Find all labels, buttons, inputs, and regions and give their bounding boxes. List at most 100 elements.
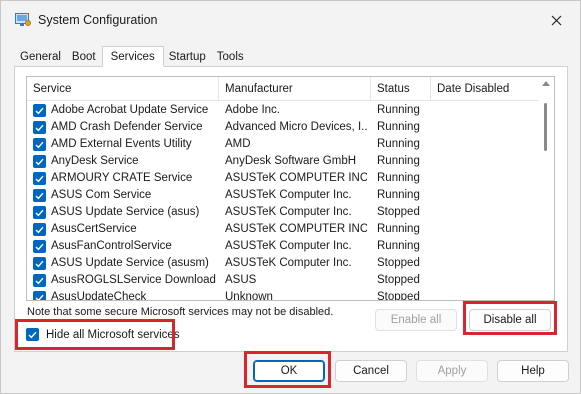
service-row[interactable]: AsusFanControlService ASUSTeK Computer In… xyxy=(27,238,538,255)
service-date-disabled xyxy=(437,289,537,300)
tab-tools[interactable]: Tools xyxy=(212,48,250,66)
enable-all-button[interactable]: Enable all xyxy=(375,309,457,331)
service-date-disabled xyxy=(437,170,537,187)
checkbox-checked-icon xyxy=(35,294,44,300)
checkbox-checked-icon xyxy=(35,277,44,284)
checkbox-checked-icon xyxy=(35,209,44,216)
services-panel: Service Manufacturer Status Date Disable… xyxy=(14,66,568,352)
service-checkbox[interactable] xyxy=(33,274,46,287)
service-checkbox[interactable] xyxy=(33,240,46,253)
service-status: Stopped xyxy=(377,274,420,286)
close-button[interactable] xyxy=(538,7,574,33)
tab-boot[interactable]: Boot xyxy=(67,48,102,66)
checkbox-checked-icon xyxy=(35,124,44,131)
checkbox-checked-icon xyxy=(35,226,44,233)
service-checkbox[interactable] xyxy=(33,206,46,219)
service-row[interactable]: AMD Crash Defender Service Advanced Micro… xyxy=(27,119,538,136)
service-checkbox[interactable] xyxy=(33,291,46,300)
service-row[interactable]: ARMOURY CRATE Service ASUSTeK COMPUTER IN… xyxy=(27,170,538,187)
scroll-thumb[interactable] xyxy=(544,103,547,151)
service-name: AMD Crash Defender Service xyxy=(51,121,203,133)
service-checkbox[interactable] xyxy=(33,155,46,168)
checkbox-checked-icon xyxy=(26,328,39,341)
service-row[interactable]: Adobe Acrobat Update Service Adobe Inc. Ru… xyxy=(27,102,538,119)
service-manufacturer: AMD xyxy=(225,138,251,150)
service-date-disabled xyxy=(437,238,537,255)
msconfig-icon xyxy=(15,13,31,27)
column-header-service[interactable]: Service xyxy=(27,77,219,101)
window-title: System Configuration xyxy=(38,13,158,27)
checkbox-checked-icon xyxy=(35,107,44,114)
column-header-manufacturer[interactable]: Manufacturer xyxy=(219,77,371,101)
tab-services[interactable]: Services xyxy=(101,46,164,67)
service-date-disabled xyxy=(437,136,537,153)
service-checkbox[interactable] xyxy=(33,138,46,151)
service-manufacturer: ASUSTeK COMPUTER INC. xyxy=(225,223,367,235)
service-date-disabled xyxy=(437,255,537,272)
title-bar: System Configuration xyxy=(1,1,580,39)
service-manufacturer: ASUS xyxy=(225,274,257,286)
service-date-disabled xyxy=(437,187,537,204)
service-manufacturer: Advanced Micro Devices, I... xyxy=(225,121,367,133)
service-name: AMD External Events Utility xyxy=(51,138,192,150)
service-name: AsusFanControlService xyxy=(51,240,172,252)
service-checkbox[interactable] xyxy=(33,189,46,202)
service-manufacturer: ASUSTeK Computer Inc. xyxy=(225,189,352,201)
service-checkbox[interactable] xyxy=(33,104,46,117)
service-name: ASUS Com Service xyxy=(51,189,152,201)
service-row[interactable]: AsusROGLSLService Download R... ASUS Stopp… xyxy=(27,272,538,289)
service-name: AsusUpdateCheck xyxy=(51,291,147,301)
checkbox-checked-icon xyxy=(35,175,44,182)
services-list[interactable]: Service Manufacturer Status Date Disable… xyxy=(26,76,555,301)
service-manufacturer: ASUSTeK Computer Inc. xyxy=(225,240,352,252)
service-status: Running xyxy=(377,155,420,167)
column-header-date-disabled[interactable]: Date Disabled xyxy=(431,77,538,101)
service-checkbox[interactable] xyxy=(33,121,46,134)
service-date-disabled xyxy=(437,102,537,119)
service-checkbox[interactable] xyxy=(33,223,46,236)
service-row[interactable]: ASUS Update Service (asusm) ASUSTeK Compu… xyxy=(27,255,538,272)
system-configuration-window: System Configuration General Boot Servic… xyxy=(0,0,581,394)
service-date-disabled xyxy=(437,221,537,238)
tab-startup[interactable]: Startup xyxy=(164,48,212,66)
service-date-disabled xyxy=(437,153,537,170)
checkbox-checked-icon xyxy=(35,158,44,165)
apply-button[interactable]: Apply xyxy=(416,360,488,382)
service-name: ARMOURY CRATE Service xyxy=(51,172,193,184)
service-status: Running xyxy=(377,121,420,133)
service-row[interactable]: AMD External Events Utility AMD Running xyxy=(27,136,538,153)
scroll-up-arrow-icon[interactable] xyxy=(542,81,550,86)
service-row[interactable]: AsusUpdateCheck Unknown Stopped xyxy=(27,289,538,301)
close-icon xyxy=(551,15,561,25)
service-row[interactable]: AsusCertService ASUSTeK COMPUTER INC. Runn… xyxy=(27,221,538,238)
tab-general[interactable]: General xyxy=(15,48,67,66)
ok-button[interactable]: OK xyxy=(253,360,325,382)
service-status: Running xyxy=(377,223,420,235)
checkbox-checked-icon xyxy=(35,192,44,199)
service-manufacturer: AnyDesk Software GmbH xyxy=(225,155,357,167)
service-status: Running xyxy=(377,172,420,184)
service-row[interactable]: ASUS Com Service ASUSTeK Computer Inc. Run… xyxy=(27,187,538,204)
cancel-button[interactable]: Cancel xyxy=(335,360,407,382)
service-row[interactable]: AnyDesk Service AnyDesk Software GmbH Runn… xyxy=(27,153,538,170)
hide-microsoft-services-label: Hide all Microsoft services xyxy=(46,328,180,341)
service-row[interactable]: ASUS Update Service (asus) ASUSTeK Comput… xyxy=(27,204,538,221)
service-date-disabled xyxy=(437,204,537,221)
service-status: Running xyxy=(377,189,420,201)
service-checkbox[interactable] xyxy=(33,257,46,270)
tab-strip: General Boot Services Startup Tools xyxy=(15,46,250,67)
service-status: Stopped xyxy=(377,257,420,269)
service-manufacturer: Unknown xyxy=(225,291,273,301)
help-button[interactable]: Help xyxy=(497,360,569,382)
service-date-disabled xyxy=(437,119,537,136)
hide-microsoft-services-checkbox[interactable]: Hide all Microsoft services xyxy=(26,328,180,341)
column-header-status[interactable]: Status xyxy=(371,77,431,101)
service-name: ASUS Update Service (asus) xyxy=(51,206,200,218)
service-name: AsusCertService xyxy=(51,223,137,235)
service-status: Stopped xyxy=(377,291,420,301)
vertical-scrollbar[interactable] xyxy=(538,77,554,300)
checkbox-checked-icon xyxy=(35,243,44,250)
disable-all-button[interactable]: Disable all xyxy=(469,309,551,331)
service-checkbox[interactable] xyxy=(33,172,46,185)
service-name: AsusROGLSLService Download R... xyxy=(51,274,217,286)
